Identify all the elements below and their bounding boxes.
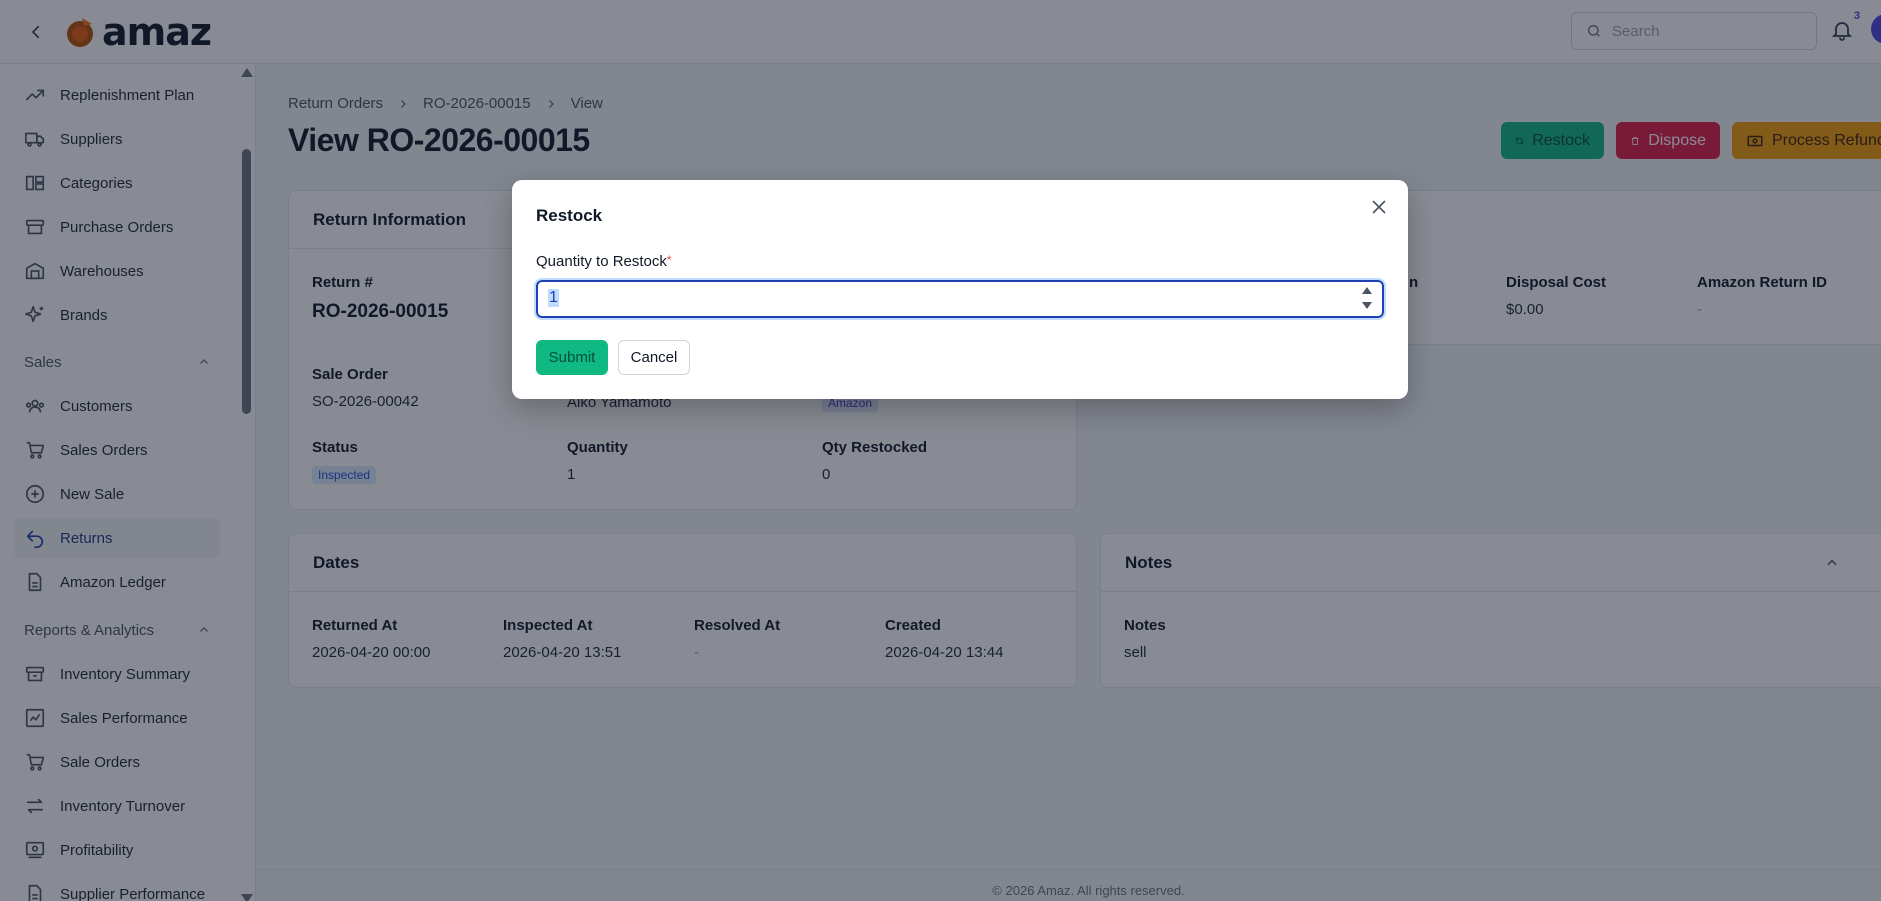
quantity-stepper[interactable] — [1360, 285, 1374, 313]
submit-button[interactable]: Submit — [536, 340, 608, 375]
cancel-button[interactable]: Cancel — [618, 340, 690, 375]
restock-modal: Restock Quantity to Restock* 1 Submit Ca… — [512, 180, 1408, 399]
modal-title: Restock — [536, 206, 603, 225]
modal-backdrop[interactable] — [0, 0, 1881, 901]
stepper-down-icon[interactable] — [1362, 302, 1372, 309]
stepper-up-icon[interactable] — [1362, 287, 1372, 294]
required-mark: * — [666, 253, 672, 267]
quantity-label: Quantity to Restock* — [536, 253, 672, 270]
quantity-to-restock-input[interactable] — [534, 278, 1386, 320]
quantity-label-text: Quantity to Restock — [536, 253, 667, 270]
close-icon[interactable] — [1368, 196, 1392, 220]
